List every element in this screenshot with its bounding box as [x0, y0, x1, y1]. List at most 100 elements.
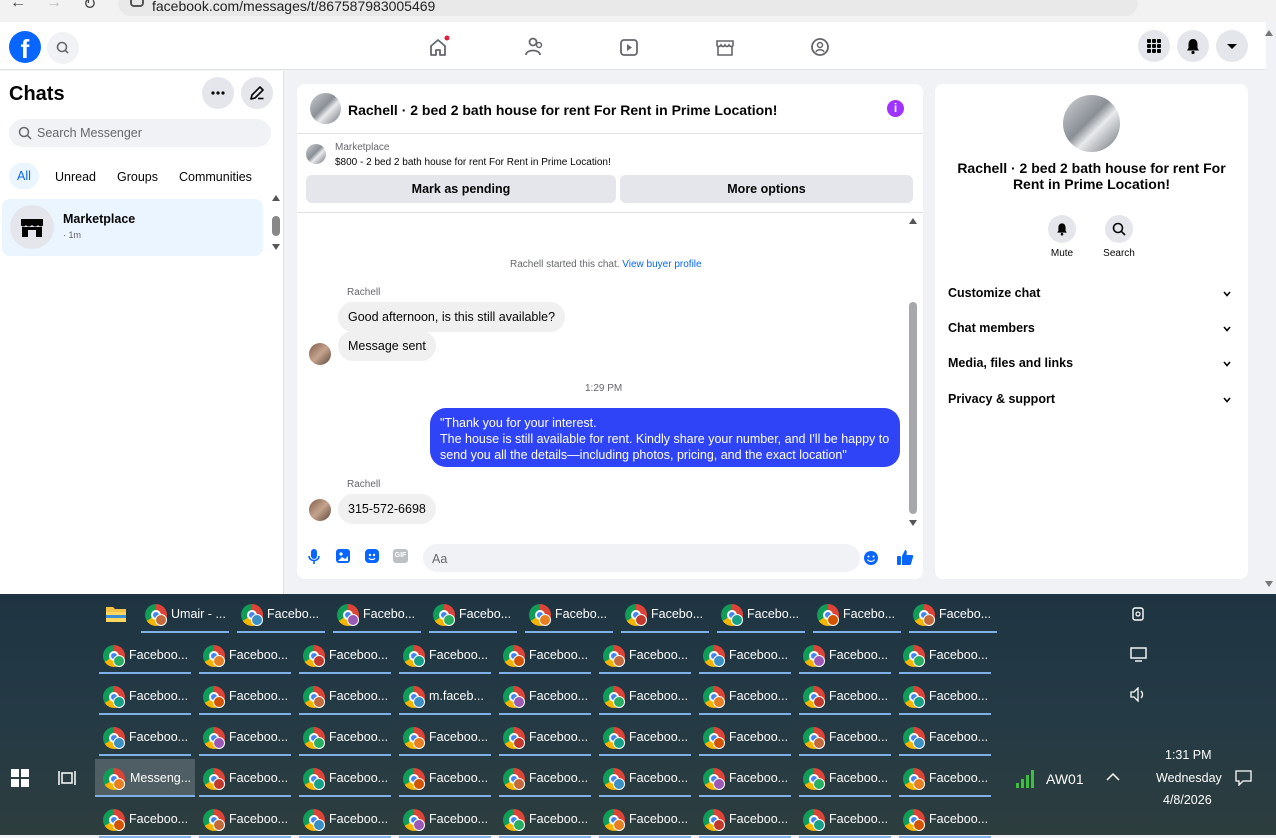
more-options-button[interactable]: More options [620, 175, 913, 203]
chevron-down-icon[interactable] [1223, 290, 1231, 298]
page-scroll-up-icon[interactable] [1265, 30, 1273, 36]
account-button[interactable] [1216, 30, 1248, 62]
filter-all-tab[interactable]: All [9, 163, 39, 189]
taskbar-window-button[interactable]: Faceboo... [599, 677, 691, 715]
emoji-icon[interactable] [863, 550, 879, 566]
scroll-thumb[interactable] [272, 216, 280, 236]
taskbar-window-button[interactable]: Faceboo... [499, 636, 591, 674]
taskbar-window-button[interactable]: Faceboo... [699, 636, 791, 674]
search-in-chat-button[interactable] [1105, 215, 1133, 243]
taskbar-window-button[interactable]: Faceboo... [299, 677, 391, 715]
taskbar-window-button[interactable]: Faceboo... [799, 718, 891, 756]
menu-button[interactable] [1138, 30, 1170, 62]
taskbar-window-button[interactable]: Faceboo... [899, 636, 991, 674]
taskbar-window-button[interactable]: Faceboo... [199, 759, 291, 797]
taskbar-window-button[interactable]: Faceboo... [699, 759, 791, 797]
incoming-message[interactable]: Message sent [338, 331, 436, 361]
taskbar-window-button[interactable]: Faceboo... [899, 800, 991, 838]
chevron-down-icon[interactable] [1223, 360, 1231, 368]
view-buyer-profile-link[interactable]: View buyer profile [622, 259, 701, 270]
taskbar-window-button[interactable]: Faceboo... [699, 718, 791, 756]
task-view-icon[interactable] [58, 769, 76, 787]
media-files-links-section[interactable]: Media, files and links [948, 356, 1073, 370]
sticker-icon[interactable] [364, 548, 380, 564]
taskbar-window-button[interactable]: Faceboo... [599, 636, 691, 674]
home-nav[interactable] [423, 32, 453, 62]
volume-icon[interactable] [1130, 687, 1146, 702]
taskbar-window-button[interactable]: Faceboo... [499, 677, 591, 715]
address-bar[interactable]: facebook.com/messages/t/867587983005469 [118, 0, 1138, 16]
conversation-title[interactable]: Rachell · 2 bed 2 bath house for rent Fo… [348, 102, 777, 118]
display-icon[interactable] [1130, 647, 1147, 662]
filter-unread-tab[interactable]: Unread [55, 170, 96, 184]
taskbar-window-button[interactable]: Faceboo... [899, 718, 991, 756]
taskbar-window-button[interactable]: Faceboo... [599, 718, 691, 756]
mute-button[interactable] [1048, 215, 1076, 243]
notification-center-icon[interactable] [1235, 770, 1252, 786]
taskbar-window-button[interactable]: Facebo... [429, 595, 517, 633]
taskbar-window-button[interactable]: Faceboo... [199, 800, 291, 838]
meet-now-icon[interactable] [1130, 606, 1146, 622]
taskbar-window-button[interactable]: Faceboo... [199, 677, 291, 715]
taskbar-window-button[interactable]: Faceboo... [499, 759, 591, 797]
like-icon[interactable] [896, 548, 914, 566]
network-signal-icon[interactable] [1014, 767, 1038, 789]
microphone-icon[interactable] [306, 548, 322, 566]
scroll-down-arrow-icon[interactable] [909, 520, 917, 526]
taskbar-window-button[interactable]: Facebo... [621, 595, 709, 633]
taskbar-window-button[interactable]: Facebo... [813, 595, 901, 633]
scroll-up-arrow-icon[interactable] [909, 218, 917, 224]
chevron-down-icon[interactable] [1223, 396, 1231, 404]
chat-options-button[interactable] [202, 77, 234, 109]
reload-icon[interactable]: ↻ [83, 0, 96, 14]
clock-day[interactable]: Wednesday [1156, 771, 1222, 785]
forward-icon[interactable]: → [46, 0, 62, 12]
incoming-message[interactable]: 315-572-6698 [338, 494, 436, 524]
sender-avatar[interactable] [309, 343, 331, 365]
groups-nav[interactable] [805, 32, 835, 62]
taskbar-window-button[interactable]: Faceboo... [499, 800, 591, 838]
taskbar-window-button[interactable]: Umair - ... [141, 595, 229, 633]
new-message-button[interactable] [241, 77, 273, 109]
file-explorer-icon[interactable] [105, 604, 127, 624]
listing-title[interactable]: $800 - 2 bed 2 bath house for rent For R… [335, 157, 611, 168]
sender-avatar[interactable] [309, 499, 331, 521]
taskbar-window-button[interactable]: Faceboo... [799, 677, 891, 715]
taskbar-window-button[interactable]: Faceboo... [299, 759, 391, 797]
clock-time[interactable]: 1:31 PM [1165, 748, 1212, 762]
info-icon[interactable]: i [887, 100, 904, 117]
taskbar-window-button[interactable]: Faceboo... [399, 759, 491, 797]
taskbar-window-button[interactable]: Faceboo... [699, 677, 791, 715]
outgoing-message[interactable]: "Thank you for your interest. The house … [430, 408, 900, 467]
incoming-message[interactable]: Good afternoon, is this still available? [338, 302, 566, 332]
taskbar-window-button[interactable]: Facebo... [909, 595, 997, 633]
gif-icon[interactable]: GIF [393, 549, 408, 563]
site-info-icon[interactable] [130, 0, 144, 7]
sidebar-scrollbar[interactable] [272, 195, 280, 250]
taskbar-window-button[interactable]: Faceboo... [499, 718, 591, 756]
taskbar-window-button[interactable]: Faceboo... [99, 677, 191, 715]
taskbar-window-button[interactable]: Faceboo... [799, 800, 891, 838]
scroll-up-arrow-icon[interactable] [272, 195, 280, 201]
taskbar-window-button[interactable]: Faceboo... [299, 636, 391, 674]
windows-start-icon[interactable] [11, 769, 29, 787]
customize-chat-section[interactable]: Customize chat [948, 286, 1040, 300]
friends-nav[interactable] [518, 32, 548, 62]
chat-members-section[interactable]: Chat members [948, 321, 1035, 335]
listing-avatar[interactable] [310, 93, 341, 124]
taskbar-window-button[interactable]: Messeng... [95, 759, 195, 797]
taskbar-window-button[interactable]: Faceboo... [99, 636, 191, 674]
chat-list-item-marketplace[interactable]: Marketplace · 1m [2, 199, 263, 256]
photo-icon[interactable] [335, 548, 351, 564]
taskbar-window-button[interactable]: Facebo... [717, 595, 805, 633]
search-messenger-input[interactable]: Search Messenger [9, 119, 271, 147]
notifications-button[interactable] [1177, 30, 1209, 62]
taskbar-window-button[interactable]: Faceboo... [199, 718, 291, 756]
taskbar-window-button[interactable]: Facebo... [525, 595, 613, 633]
mark-as-pending-button[interactable]: Mark as pending [306, 175, 616, 203]
taskbar-window-button[interactable]: Facebo... [237, 595, 325, 633]
listing-photo[interactable] [1063, 95, 1120, 152]
taskbar-window-button[interactable]: Faceboo... [99, 718, 191, 756]
taskbar-window-button[interactable]: Faceboo... [199, 636, 291, 674]
chevron-down-icon[interactable] [1223, 325, 1231, 333]
